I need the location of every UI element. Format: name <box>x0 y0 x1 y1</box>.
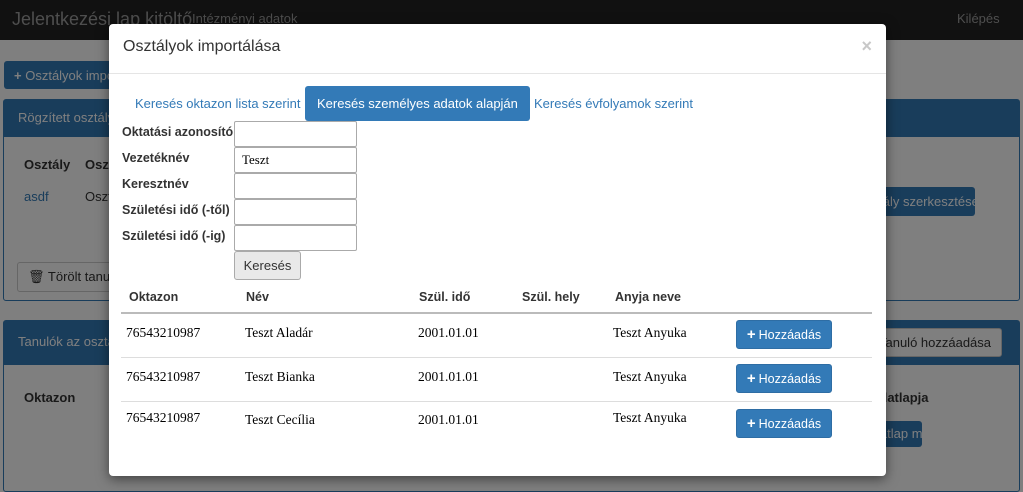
col-header-name: Név <box>246 290 269 304</box>
import-classes-modal: Osztályok importálása × Keresés oktazon … <box>109 24 886 476</box>
col-header-mother-name: Anyja neve <box>615 290 682 304</box>
col-header-birth-date: Szül. idő <box>419 290 471 304</box>
tab-search-oktazon-list[interactable]: Keresés oktazon lista szerint <box>123 86 312 121</box>
row-3-name: Teszt Cecília <box>245 412 315 427</box>
vezeteknev-input[interactable] <box>234 147 357 173</box>
row-divider <box>121 401 872 402</box>
search-button[interactable]: Keresés <box>234 251 301 280</box>
row-1-name: Teszt Aladár <box>245 325 313 340</box>
keresztnev-label: Keresztnév <box>122 177 189 191</box>
modal-title: Osztályok importálása <box>123 38 281 55</box>
row-1-oktazon: 76543210987 <box>126 325 201 340</box>
plus-icon: + <box>746 415 756 432</box>
col-header-birth-place: Szül. hely <box>522 290 580 304</box>
row-2-add-button[interactable]: + Hozzáadás <box>736 364 832 393</box>
tab-search-personal-data[interactable]: Keresés személyes adatok alapján <box>305 86 530 121</box>
row-3-mother-name: Teszt Anyuka <box>613 410 687 425</box>
plus-icon: + <box>746 326 756 343</box>
row-2-mother-name: Teszt Anyuka <box>613 369 687 384</box>
close-icon[interactable]: × <box>861 36 872 57</box>
oktatasi-azonosito-input[interactable] <box>234 121 357 147</box>
row-2-name: Teszt Bianka <box>245 369 315 384</box>
row-divider <box>121 357 872 358</box>
table-header-divider <box>121 312 872 314</box>
row-1-birth-date: 2001.01.01 <box>418 325 479 340</box>
szuletesi-ido-ig-input[interactable] <box>234 225 357 251</box>
row-2-birth-date: 2001.01.01 <box>418 369 479 384</box>
row-2-add-label: Hozzáadás <box>758 372 822 386</box>
row-3-add-button[interactable]: + Hozzáadás <box>736 409 832 438</box>
szuletesi-ido-tol-input[interactable] <box>234 199 357 225</box>
row-1-add-button[interactable]: + Hozzáadás <box>736 320 832 349</box>
row-3-add-label: Hozzáadás <box>758 417 822 431</box>
tab-search-grades[interactable]: Keresés évfolyamok szerint <box>522 86 705 121</box>
plus-icon: + <box>746 370 756 387</box>
oktatasi-azonosito-label: Oktatási azonosító <box>122 125 234 139</box>
row-3-birth-date: 2001.01.01 <box>418 412 479 427</box>
keresztnev-input[interactable] <box>234 173 357 199</box>
col-header-oktazon: Oktazon <box>129 290 179 304</box>
row-3-oktazon: 76543210987 <box>126 410 201 425</box>
row-1-add-label: Hozzáadás <box>758 328 822 342</box>
szuletesi-ido-tol-label: Születési idő (-től) <box>122 203 230 217</box>
row-1-mother-name: Teszt Anyuka <box>613 325 687 340</box>
row-2-oktazon: 76543210987 <box>126 369 201 384</box>
szuletesi-ido-ig-label: Születési idő (-ig) <box>122 229 226 243</box>
modal-header: Osztályok importálása × <box>109 24 886 74</box>
vezeteknev-label: Vezetéknév <box>122 151 190 165</box>
